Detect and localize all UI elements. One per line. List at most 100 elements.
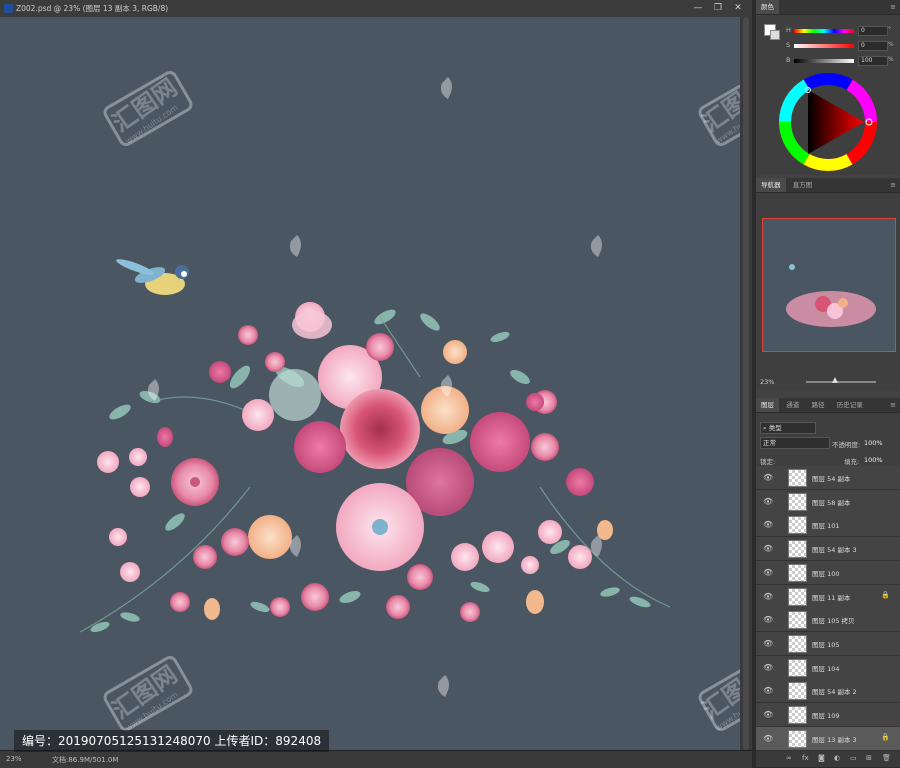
layer-thumbnail: [788, 658, 807, 677]
visibility-eye-icon[interactable]: 👁: [763, 639, 773, 648]
status-bar: 23% 文档:86.9M/501.0M: [0, 750, 752, 768]
layers-panel: 图层 通道 路径 历史记录 ≡ ⌕ 类型 正常 不透明度: 100% 锁定: 填…: [756, 398, 900, 767]
layer-list: 👁 图层 54 副本 👁 图层 58 副本 👁 图层 101 👁 图层 54 副本 3 👁 图层 …: [756, 466, 900, 751]
visibility-eye-icon[interactable]: 👁: [763, 734, 773, 743]
layer-thumbnail: [788, 492, 807, 511]
right-panels: 颜色 ≡ H 0 ° S 0 % B 100 % 导航器 直方图 ≡ 23% 图…: [756, 0, 900, 767]
layer-name: 图层 54 副本: [812, 475, 851, 483]
saturation-slider[interactable]: S 0 %: [786, 41, 896, 51]
layer-thumbnail: [788, 634, 807, 653]
visibility-eye-icon[interactable]: 👁: [763, 520, 773, 529]
lock-icon: 🔒: [881, 590, 890, 599]
new-layer-icon[interactable]: ⊞: [866, 754, 872, 762]
layers-footer: ∞ fx ◙ ◐ ▭ ⊞ 🗑: [756, 751, 900, 767]
minimize-icon[interactable]: —: [688, 2, 708, 14]
navigator-panel: 导航器 直方图 ≡ 23%: [756, 178, 900, 390]
visibility-eye-icon[interactable]: 👁: [763, 568, 773, 577]
layer-name: 图层 105: [812, 640, 840, 649]
background-swatch[interactable]: [770, 30, 780, 40]
layer-name: 图层 100: [812, 569, 840, 578]
fill-value[interactable]: 100%: [864, 456, 883, 464]
tab-layers[interactable]: 图层: [756, 398, 779, 412]
hue-slider[interactable]: H 0 °: [786, 26, 896, 36]
tab-color[interactable]: 颜色: [756, 0, 779, 14]
image-id-watermark: 编号：20190705125131248070 上传者ID：892408: [14, 730, 330, 752]
panel-menu-icon[interactable]: ≡: [890, 181, 896, 189]
panel-menu-icon[interactable]: ≡: [890, 3, 896, 11]
layer-name: 图层 109: [812, 712, 840, 720]
color-panel: 颜色 ≡ H 0 ° S 0 % B 100 %: [756, 0, 900, 175]
layer-row[interactable]: 👁 图层 105: [756, 631, 900, 656]
layer-row[interactable]: 👁 图层 100: [756, 560, 900, 585]
tab-paths[interactable]: 路径: [806, 398, 829, 412]
document-window: Z002.psd @ 23% (图层 13 副本 3, RGB/8) — ❐ ✕: [0, 0, 752, 768]
layer-row[interactable]: 👁 图层 13 副本 3 🔒: [756, 726, 900, 751]
panel-menu-icon[interactable]: ≡: [890, 401, 896, 409]
document-tab[interactable]: Z002.psd @ 23% (图层 13 副本 3, RGB/8) — ❐ ✕: [0, 0, 752, 18]
floral-artwork: [79, 71, 740, 732]
brightness-slider[interactable]: B 100 %: [786, 56, 896, 66]
blend-mode-select[interactable]: 正常: [760, 437, 830, 449]
layer-thumbnail: [788, 682, 807, 701]
navigator-zoom[interactable]: 23%: [760, 378, 774, 386]
layer-row[interactable]: 👁 图层 11 副本 🔒: [756, 584, 900, 609]
layer-thumbnail: [788, 706, 807, 724]
document-size: 文档:86.9M/501.0M: [52, 756, 119, 764]
layer-thumbnail: [788, 540, 807, 559]
zoom-slider-handle[interactable]: [832, 377, 838, 383]
window-controls: — ❐ ✕: [688, 2, 748, 14]
layer-thumbnail: [788, 469, 807, 487]
layer-thumbnail: [788, 729, 807, 748]
scrollbar-thumb[interactable]: [743, 17, 749, 750]
layer-row[interactable]: 👁 图层 54 副本 3: [756, 537, 900, 562]
trash-icon[interactable]: 🗑: [882, 754, 891, 762]
layer-row[interactable]: 👁 图层 109: [756, 703, 900, 727]
visibility-eye-icon[interactable]: 👁: [763, 544, 773, 553]
visibility-eye-icon[interactable]: 👁: [763, 473, 773, 482]
layer-thumbnail: [788, 563, 807, 582]
layer-row[interactable]: 👁 图层 54 副本 2: [756, 679, 900, 704]
visibility-eye-icon[interactable]: 👁: [763, 615, 773, 624]
navigator-preview[interactable]: [762, 218, 896, 352]
tab-histogram[interactable]: 直方图: [788, 178, 818, 192]
navigator-zoom-slider[interactable]: [806, 381, 876, 383]
layer-row[interactable]: 👁 图层 54 副本: [756, 466, 900, 490]
color-wheel[interactable]: [778, 72, 878, 172]
adjustment-icon[interactable]: ◐: [834, 754, 840, 762]
folder-icon[interactable]: ▭: [850, 754, 857, 762]
visibility-eye-icon[interactable]: 👁: [763, 592, 773, 601]
visibility-eye-icon[interactable]: 👁: [763, 710, 773, 719]
fill-label: 填充:: [844, 458, 860, 466]
layer-name: 图层 58 副本: [812, 498, 851, 507]
layer-name: 图层 101: [812, 522, 840, 531]
link-icon[interactable]: ∞: [786, 754, 792, 762]
vertical-scrollbar[interactable]: [740, 17, 752, 750]
layer-name: 图层 105 拷贝: [812, 617, 855, 626]
layer-name: 图层 11 副本: [812, 593, 851, 602]
lock-label: 锁定:: [760, 458, 776, 466]
layer-thumbnail: [788, 611, 807, 630]
visibility-eye-icon[interactable]: 👁: [763, 663, 773, 672]
visibility-eye-icon[interactable]: 👁: [763, 497, 773, 506]
layer-filter-select[interactable]: ⌕ 类型: [760, 422, 816, 434]
layer-row[interactable]: 👁 图层 101: [756, 513, 900, 538]
opacity-label: 不透明度:: [832, 441, 861, 449]
layer-row[interactable]: 👁 图层 105 拷贝: [756, 608, 900, 633]
document-title: Z002.psd @ 23% (图层 13 副本 3, RGB/8): [16, 4, 169, 13]
layer-row[interactable]: 👁 图层 58 副本: [756, 489, 900, 514]
photoshop-file-icon: [4, 4, 13, 13]
fx-icon[interactable]: fx: [802, 754, 809, 762]
layer-name: 图层 104: [812, 664, 840, 673]
restore-icon[interactable]: ❐: [708, 2, 728, 14]
mask-icon[interactable]: ◙: [818, 754, 825, 762]
tab-history[interactable]: 历史记录: [832, 398, 868, 412]
tab-channels[interactable]: 通道: [781, 398, 804, 412]
close-icon[interactable]: ✕: [728, 2, 748, 14]
layer-name: 图层 54 副本 3: [812, 546, 857, 555]
zoom-level[interactable]: 23%: [6, 755, 22, 763]
layer-row[interactable]: 👁 图层 104: [756, 655, 900, 680]
tab-navigator[interactable]: 导航器: [756, 178, 786, 192]
opacity-value[interactable]: 100%: [864, 439, 883, 447]
canvas-area[interactable]: 汇图网 www.huitu.com 汇图网 www.huitu.com 汇图网 www…: [0, 17, 740, 750]
visibility-eye-icon[interactable]: 👁: [763, 686, 773, 695]
